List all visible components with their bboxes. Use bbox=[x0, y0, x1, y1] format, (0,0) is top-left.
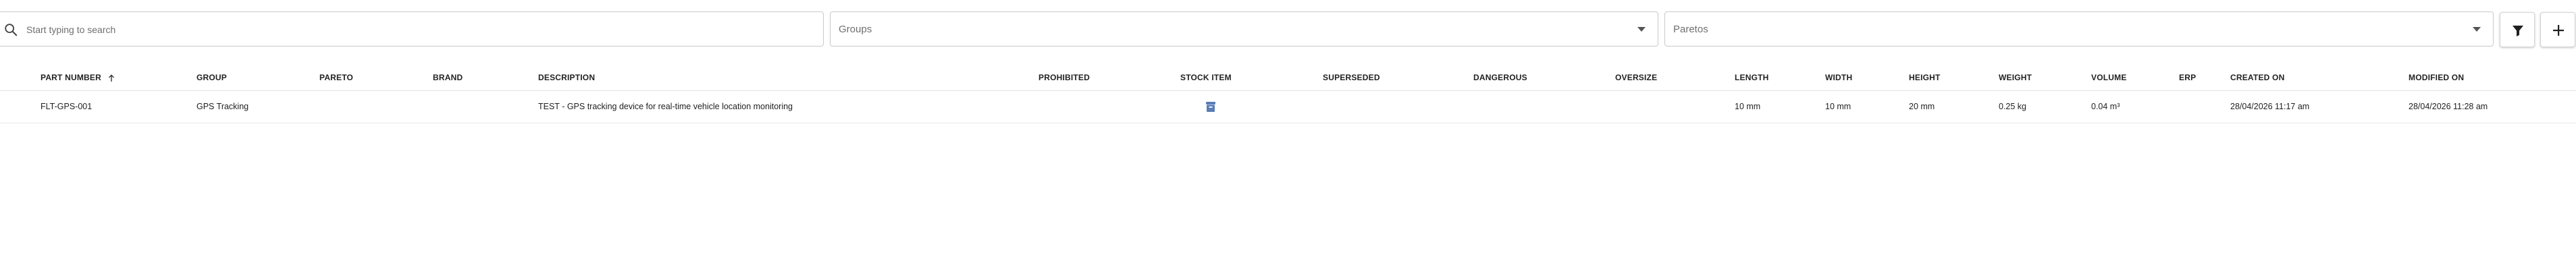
cell-weight: 0.25 kg bbox=[1999, 102, 2027, 111]
search-input[interactable]: Start typing to search bbox=[0, 11, 824, 47]
table-body: FLT-GPS-001 GPS Tracking TEST - GPS trac… bbox=[0, 91, 2576, 123]
column-header-superseded[interactable]: SUPERSEDED bbox=[1323, 65, 1380, 90]
column-header-stock-item[interactable]: STOCK ITEM bbox=[1180, 65, 1232, 90]
groups-select[interactable]: Groups bbox=[830, 11, 1658, 47]
column-header-modified-on[interactable]: MODIFIED ON bbox=[2409, 65, 2464, 90]
search-placeholder: Start typing to search bbox=[26, 24, 116, 35]
arrow-up-icon bbox=[108, 74, 114, 82]
column-header-weight[interactable]: WEIGHT bbox=[1999, 65, 2032, 90]
column-header-width[interactable]: WIDTH bbox=[1825, 65, 1852, 90]
cell-height: 20 mm bbox=[1909, 102, 1935, 111]
filter-button[interactable] bbox=[2500, 12, 2535, 47]
column-header-description[interactable]: DESCRIPTION bbox=[538, 65, 595, 90]
filter-icon bbox=[2513, 26, 2523, 36]
column-header-brand[interactable]: BRAND bbox=[433, 65, 463, 90]
search-icon bbox=[5, 24, 18, 36]
paretos-placeholder: Paretos bbox=[1673, 24, 1708, 35]
column-header-created-on[interactable]: CREATED ON bbox=[2230, 65, 2284, 90]
cell-width: 10 mm bbox=[1825, 102, 1851, 111]
table-row[interactable]: FLT-GPS-001 GPS Tracking TEST - GPS trac… bbox=[0, 91, 2576, 123]
add-button[interactable] bbox=[2540, 12, 2575, 47]
cell-volume: 0.04 m³ bbox=[2091, 102, 2120, 111]
column-header-group[interactable]: GROUP bbox=[196, 65, 227, 90]
column-header-dangerous[interactable]: DANGEROUS bbox=[1473, 65, 1527, 90]
column-header-pareto[interactable]: PARETO bbox=[319, 65, 353, 90]
groups-placeholder: Groups bbox=[839, 24, 872, 35]
column-label: PART NUMBER bbox=[41, 73, 101, 82]
toolbar: Start typing to search Groups Paretos bbox=[0, 11, 2576, 48]
column-header-volume[interactable]: VOLUME bbox=[2091, 65, 2127, 90]
cell-group: GPS Tracking bbox=[196, 102, 249, 111]
column-header-length[interactable]: LENGTH bbox=[1735, 65, 1769, 90]
paretos-select[interactable]: Paretos bbox=[1664, 11, 2494, 47]
cell-description: TEST - GPS tracking device for real-time… bbox=[538, 102, 793, 111]
cell-length: 10 mm bbox=[1735, 102, 1761, 111]
chevron-down-icon bbox=[2473, 27, 2481, 32]
table-header: PART NUMBER GROUP PARETO BRAND DESCRIPTI… bbox=[0, 65, 2576, 91]
inventory-icon bbox=[1206, 102, 1215, 112]
chevron-down-icon bbox=[1637, 27, 1646, 32]
plus-icon bbox=[2553, 25, 2564, 36]
cell-modified-on: 28/04/2026 11:28 am bbox=[2409, 102, 2488, 111]
column-header-erp[interactable]: ERP bbox=[2179, 65, 2196, 90]
column-header-height[interactable]: HEIGHT bbox=[1909, 65, 1941, 90]
parts-table: PART NUMBER GROUP PARETO BRAND DESCRIPTI… bbox=[0, 65, 2576, 123]
cell-created-on: 28/04/2026 11:17 am bbox=[2230, 102, 2310, 111]
column-header-oversize[interactable]: OVERSIZE bbox=[1615, 65, 1657, 90]
column-header-part-number[interactable]: PART NUMBER bbox=[41, 65, 115, 90]
cell-part-number: FLT-GPS-001 bbox=[41, 102, 93, 111]
column-header-prohibited[interactable]: PROHIBITED bbox=[1039, 65, 1090, 90]
